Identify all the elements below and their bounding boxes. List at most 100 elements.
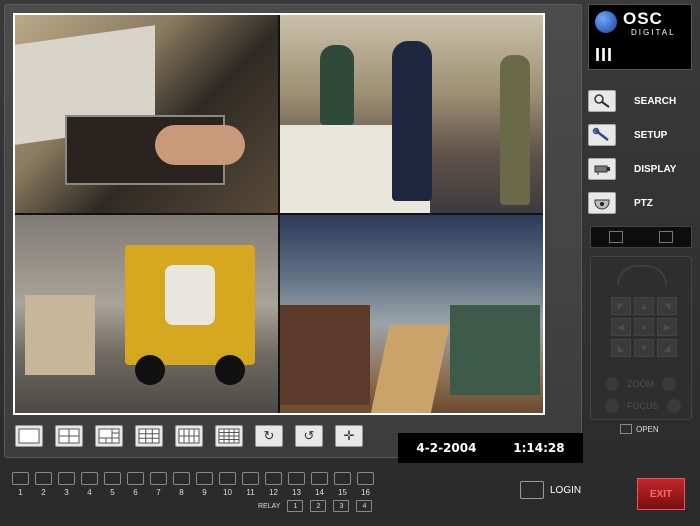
channel-button-15[interactable]: 15 [334, 472, 351, 497]
ptz-zoom-row: ZOOM [605, 377, 676, 391]
channel-box[interactable] [219, 472, 236, 485]
menu-display[interactable]: DISPLAY [588, 158, 696, 180]
layout-16-button[interactable] [215, 425, 243, 447]
relay-button-1[interactable]: 1 [287, 500, 304, 512]
relay-button-2[interactable]: 2 [310, 500, 327, 512]
channel-box[interactable] [288, 472, 305, 485]
channel-box[interactable] [12, 472, 29, 485]
open-toggle[interactable]: OPEN [620, 424, 659, 434]
channel-box[interactable] [104, 472, 121, 485]
channel-number: 15 [338, 488, 347, 497]
main-menu: SEARCH SETUP DISPLAY PTZ [588, 90, 696, 214]
channel-button-10[interactable]: 10 [219, 472, 236, 497]
channel-box[interactable] [81, 472, 98, 485]
ptz-right-button[interactable]: ▶ [657, 318, 677, 336]
channel-button-7[interactable]: 7 [150, 472, 167, 497]
magnifier-icon [588, 90, 616, 112]
channel-button-14[interactable]: 14 [311, 472, 328, 497]
relay-button-3[interactable]: 3 [333, 500, 350, 512]
zoom-in-button[interactable] [662, 377, 676, 391]
channel-number: 8 [179, 488, 184, 497]
open-checkbox[interactable] [620, 424, 632, 434]
channel-box[interactable] [196, 472, 213, 485]
ptz-center-button[interactable]: ● [634, 318, 654, 336]
channel-box[interactable] [173, 472, 190, 485]
relay-label: RELAY [258, 502, 281, 510]
camera-view-2[interactable] [280, 15, 543, 213]
ptz-tab-icon-1[interactable] [609, 231, 623, 243]
focus-near-button[interactable] [605, 399, 619, 413]
channel-button-2[interactable]: 2 [35, 472, 52, 497]
menu-label-setup: SETUP [634, 129, 668, 141]
channel-number: 14 [315, 488, 324, 497]
relay-controls: RELAY 1 2 3 4 [258, 500, 373, 512]
ptz-arc [617, 265, 667, 285]
camera-view-3[interactable] [15, 215, 278, 413]
channel-box[interactable] [334, 472, 351, 485]
ptz-left-button[interactable]: ◀ [611, 318, 631, 336]
relay-button-4[interactable]: 4 [356, 500, 373, 512]
ptz-tab-icon-2[interactable] [659, 231, 673, 243]
menu-ptz[interactable]: PTZ [588, 192, 696, 214]
layout-1-button[interactable] [15, 425, 43, 447]
channel-button-5[interactable]: 5 [104, 472, 121, 497]
login-control[interactable]: LOGIN [520, 481, 581, 499]
channel-button-3[interactable]: 3 [58, 472, 75, 497]
channel-number: 7 [156, 488, 161, 497]
ptz-down-button[interactable]: ▼ [634, 339, 654, 357]
logo-brand: OSC [623, 9, 663, 28]
layout-10-button[interactable] [175, 425, 203, 447]
focus-far-button[interactable] [666, 399, 681, 413]
channel-box[interactable] [127, 472, 144, 485]
zoom-out-button[interactable] [605, 377, 619, 391]
channel-button-16[interactable]: 16 [357, 472, 374, 497]
channel-button-6[interactable]: 6 [127, 472, 144, 497]
time-text: 1:14:28 [513, 441, 565, 455]
channel-number: 13 [292, 488, 301, 497]
channel-button-12[interactable]: 12 [265, 472, 282, 497]
channel-button-4[interactable]: 4 [81, 472, 98, 497]
login-button[interactable] [520, 481, 544, 499]
layout-9-button[interactable] [135, 425, 163, 447]
channel-button-1[interactable]: 1 [12, 472, 29, 497]
move-icon[interactable]: ✛ [335, 425, 363, 447]
menu-label-search: SEARCH [634, 95, 677, 107]
channel-number: 6 [133, 488, 138, 497]
date-text: 4-2-2004 [416, 441, 477, 455]
channel-box[interactable] [242, 472, 259, 485]
channel-button-9[interactable]: 9 [196, 472, 213, 497]
channel-box[interactable] [311, 472, 328, 485]
layout-6-button[interactable] [95, 425, 123, 447]
camera-view-1[interactable] [15, 15, 278, 213]
channel-box[interactable] [357, 472, 374, 485]
ptz-down-right-button[interactable]: ◢ [657, 339, 677, 357]
ptz-up-button[interactable]: ▲ [634, 297, 654, 315]
channel-button-13[interactable]: 13 [288, 472, 305, 497]
ptz-up-right-button[interactable]: ◥ [657, 297, 677, 315]
menu-search[interactable]: SEARCH [588, 90, 696, 112]
side-panel: OSC DIGITAL III SEARCH SETUP DISPLAY PTZ [588, 4, 696, 444]
channel-buttons: 1 2 3 4 5 6 7 8 9 10 11 12 13 14 15 16 [12, 472, 374, 497]
channel-button-11[interactable]: 11 [242, 472, 259, 497]
datetime-display: 4-2-2004 1:14:28 [398, 433, 583, 463]
channel-box[interactable] [150, 472, 167, 485]
exit-button[interactable]: EXIT [637, 478, 685, 510]
ptz-down-left-button[interactable]: ◣ [611, 339, 631, 357]
zoom-label: ZOOM [627, 379, 654, 389]
channel-box[interactable] [35, 472, 52, 485]
ptz-up-left-button[interactable]: ◤ [611, 297, 631, 315]
channel-number: 4 [87, 488, 92, 497]
channel-number: 3 [64, 488, 69, 497]
channel-button-8[interactable]: 8 [173, 472, 190, 497]
channel-box[interactable] [58, 472, 75, 485]
menu-setup[interactable]: SETUP [588, 124, 696, 146]
dvr-app: ↻ ↺ ✛ 4-2-2004 1:14:28 OSC DIGITAL III S… [0, 0, 700, 526]
layout-4-button[interactable] [55, 425, 83, 447]
camera-view-4[interactable] [280, 215, 543, 413]
auto-sequence-icon[interactable]: ↺ [295, 425, 323, 447]
channel-box[interactable] [265, 472, 282, 485]
channel-number: 11 [246, 488, 255, 497]
monitor-panel: ↻ ↺ ✛ 4-2-2004 1:14:28 [4, 4, 583, 463]
open-label: OPEN [636, 424, 659, 434]
sequence-icon[interactable]: ↻ [255, 425, 283, 447]
